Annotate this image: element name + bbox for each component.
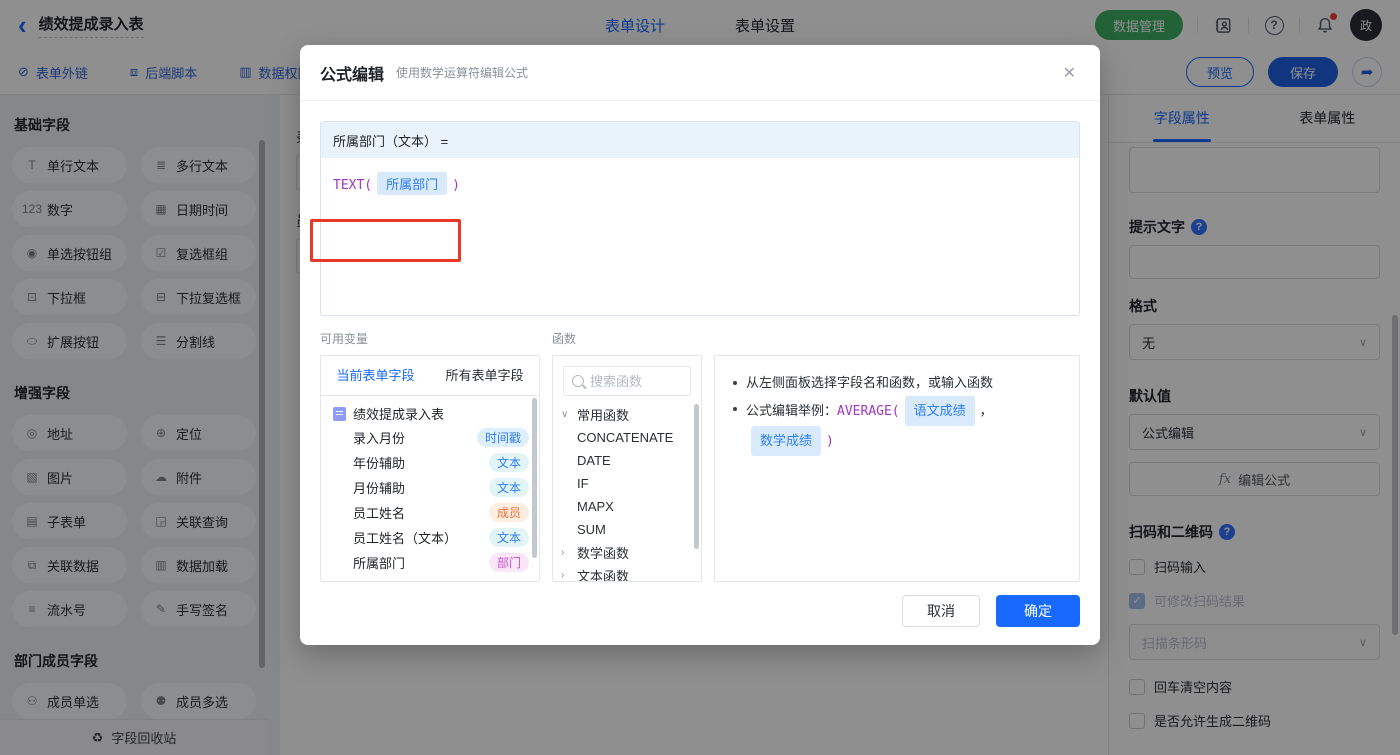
variable-type-badge: 时间戳 bbox=[477, 428, 529, 447]
formula-help-panel: 从左侧面板选择字段名和函数，或输入函数 公式编辑举例：AVERAGE( 语文成绩 ，… bbox=[714, 355, 1080, 582]
function-label: 常用函数 bbox=[577, 405, 629, 424]
function-label: 文本函数 bbox=[577, 566, 629, 582]
tab-all-form-fields[interactable]: 所有表单字段 bbox=[430, 356, 539, 395]
variable-name: 年份辅助 bbox=[353, 453, 405, 472]
variables-tabs: 当前表单字段 所有表单字段 bbox=[321, 356, 539, 396]
modal-header: 公式编辑 使用数学运算符编辑公式 ✕ bbox=[300, 45, 1100, 101]
help-example-chip: 语文成绩 bbox=[905, 396, 975, 426]
help-example-chip: 数学成绩 bbox=[751, 426, 821, 456]
help-line-1: 从左侧面板选择字段名和函数，或输入函数 bbox=[733, 370, 1061, 396]
functions-panel: ∨ 常用函数 CONCATENATE DATE bbox=[552, 355, 702, 582]
help-text-2: 公式编辑举例：AVERAGE( 语文成绩 ， 数学成绩) bbox=[746, 396, 1061, 456]
function-row[interactable]: › 数学函数 bbox=[553, 541, 701, 564]
variable-type-badge: 文本 bbox=[489, 528, 529, 547]
variable-name: 录入月份 bbox=[353, 428, 405, 447]
help-example-comma: ， bbox=[980, 403, 993, 418]
search-icon bbox=[572, 375, 584, 387]
variable-name: 员工姓名（文本） bbox=[353, 528, 457, 547]
bullet-icon bbox=[733, 381, 737, 385]
formula-function-token: TEXT( bbox=[333, 178, 372, 193]
variable-row[interactable]: 月份辅助 文本 bbox=[321, 475, 539, 500]
function-row[interactable]: SUM bbox=[553, 518, 701, 541]
variable-type-badge: 文本 bbox=[489, 478, 529, 497]
variable-row[interactable]: 员工姓名（文本） 文本 bbox=[321, 525, 539, 550]
function-row[interactable]: CONCATENATE bbox=[553, 426, 701, 449]
variables-root-label: 绩效提成录入表 bbox=[353, 404, 444, 423]
variables-scrollbar[interactable] bbox=[532, 398, 537, 558]
variable-name: 员工姓名 bbox=[353, 503, 405, 522]
tree-chevron-icon: › bbox=[561, 547, 577, 558]
variables-label: 可用变量 bbox=[320, 330, 552, 347]
function-row[interactable]: ∨ 常用函数 bbox=[553, 403, 701, 426]
cancel-button[interactable]: 取消 bbox=[902, 595, 980, 627]
function-row[interactable]: DATE bbox=[553, 449, 701, 472]
variable-name: 所属部门 bbox=[353, 553, 405, 572]
formula-target: 所属部门（文本） = bbox=[321, 122, 1079, 158]
help-example-close: ) bbox=[826, 434, 834, 449]
functions-scrollbar[interactable] bbox=[694, 404, 699, 549]
help-line-2: 公式编辑举例：AVERAGE( 语文成绩 ， 数学成绩) bbox=[733, 396, 1061, 456]
form-file-icon bbox=[333, 407, 346, 421]
function-search-input[interactable] bbox=[590, 374, 680, 389]
function-label: IF bbox=[577, 476, 589, 491]
confirm-button[interactable]: 确定 bbox=[996, 595, 1080, 627]
variable-row[interactable]: 年份辅助 文本 bbox=[321, 450, 539, 475]
tree-chevron-icon: › bbox=[561, 570, 577, 581]
function-label: CONCATENATE bbox=[577, 430, 673, 445]
function-row[interactable]: IF bbox=[553, 472, 701, 495]
variable-type-badge: 文本 bbox=[489, 453, 529, 472]
variable-row[interactable]: 录入月份 时间戳 bbox=[321, 425, 539, 450]
tree-chevron-icon: ∨ bbox=[561, 409, 577, 420]
modal-title: 公式编辑 bbox=[320, 61, 384, 85]
function-label: SUM bbox=[577, 522, 606, 537]
modal-footer: 取消 确定 bbox=[902, 595, 1080, 627]
help-text-1: 从左侧面板选择字段名和函数，或输入函数 bbox=[746, 370, 993, 396]
formula-close-paren: ) bbox=[452, 178, 460, 193]
close-icon[interactable]: ✕ bbox=[1059, 59, 1080, 87]
app-root: ‹ 绩效提成录入表 表单设计 表单设置 数据管理 ? 政 bbox=[0, 0, 1400, 755]
formula-editor-modal: 公式编辑 使用数学运算符编辑公式 ✕ 所属部门（文本） = TEXT( 所属部门)… bbox=[300, 45, 1100, 645]
modal-middle-row: 当前表单字段 所有表单字段 绩效提成录入表 录入月份 时间戳 bbox=[320, 355, 1080, 582]
function-label: DATE bbox=[577, 453, 611, 468]
modal-subtitle: 使用数学运算符编辑公式 bbox=[396, 64, 528, 81]
help-example-function: AVERAGE( bbox=[837, 404, 900, 419]
formula-input-area[interactable]: TEXT( 所属部门) bbox=[321, 158, 1079, 315]
help-example-prefix: 公式编辑举例： bbox=[746, 403, 837, 418]
function-row[interactable]: › 文本函数 bbox=[553, 564, 701, 582]
variables-tree-root[interactable]: 绩效提成录入表 bbox=[321, 396, 539, 425]
variables-panel: 当前表单字段 所有表单字段 绩效提成录入表 录入月份 时间戳 bbox=[320, 355, 540, 582]
function-search bbox=[563, 366, 691, 396]
function-label: 数学函数 bbox=[577, 543, 629, 562]
variable-type-badge: 成员 bbox=[489, 503, 529, 522]
variable-row[interactable]: 员工姓名 成员 bbox=[321, 500, 539, 525]
variable-name: 月份辅助 bbox=[353, 478, 405, 497]
function-row[interactable]: MAPX bbox=[553, 495, 701, 518]
modal-body: 所属部门（文本） = TEXT( 所属部门) 可用变量 函数 当前表单字段 所有表… bbox=[300, 101, 1100, 602]
functions-label: 函数 bbox=[552, 330, 576, 347]
variable-row[interactable]: 所属部门 部门 bbox=[321, 550, 539, 575]
function-label: MAPX bbox=[577, 499, 614, 514]
panel-labels: 可用变量 函数 bbox=[320, 330, 1080, 347]
formula-editor: 所属部门（文本） = TEXT( 所属部门) bbox=[320, 121, 1080, 316]
tab-current-form-fields[interactable]: 当前表单字段 bbox=[321, 356, 430, 395]
bullet-icon bbox=[733, 407, 737, 411]
variable-type-badge: 部门 bbox=[489, 553, 529, 572]
formula-field-chip[interactable]: 所属部门 bbox=[377, 172, 447, 195]
